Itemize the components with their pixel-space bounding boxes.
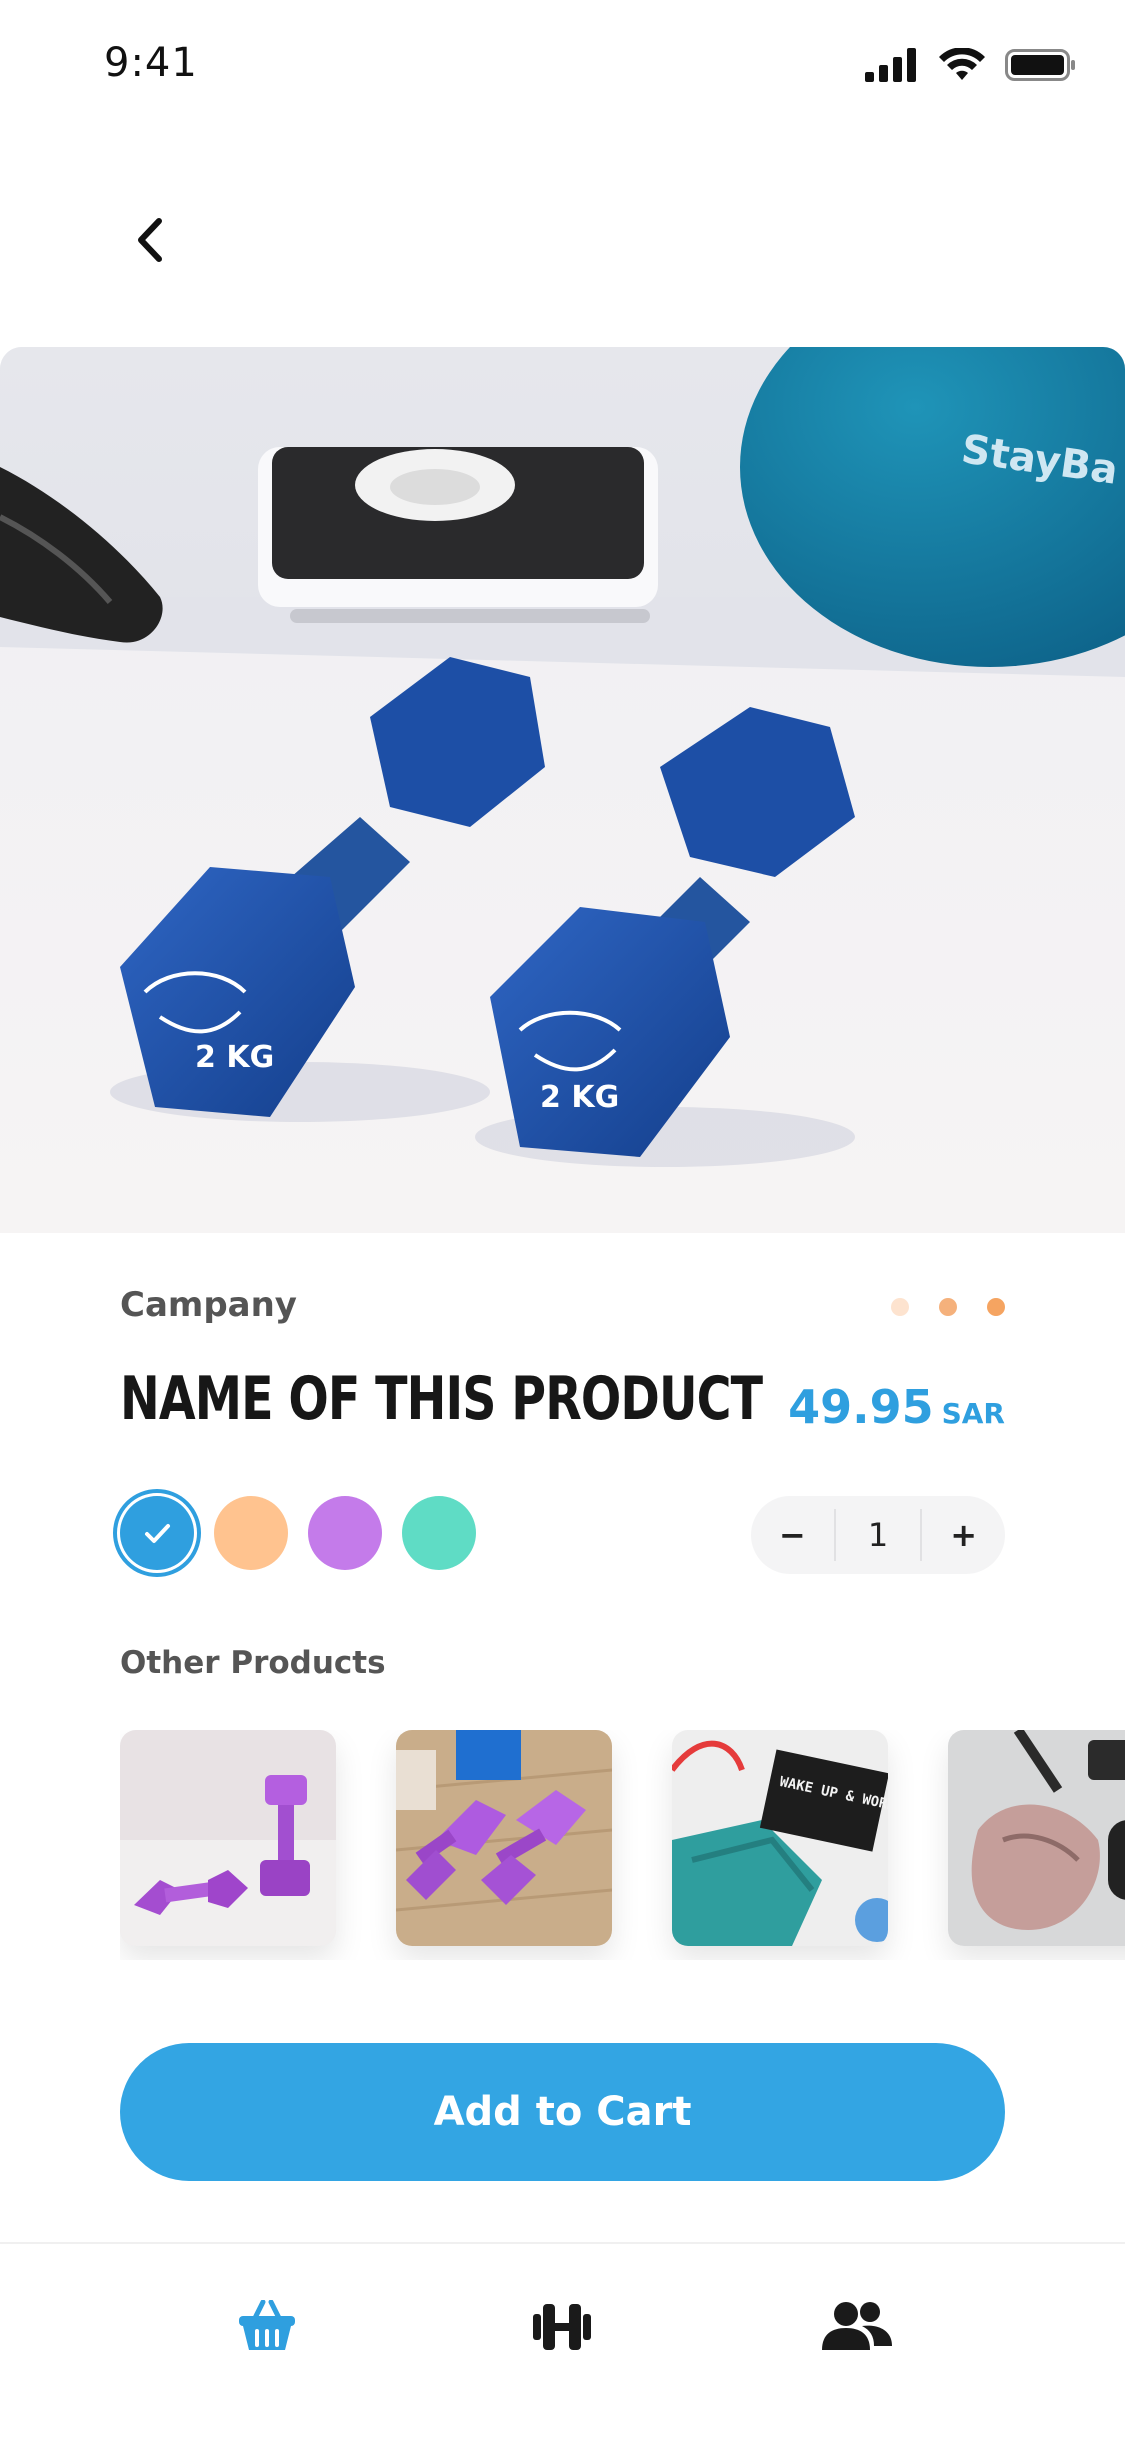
resistance-band-image: WAKE UP & WORKOUT (672, 1730, 888, 1946)
color-swatch-purple[interactable] (308, 1496, 382, 1570)
other-product-card[interactable] (396, 1730, 612, 1946)
product-title: NAME OF THIS PRODUCT (120, 1364, 763, 1434)
image-pagination-dots[interactable] (891, 1298, 1005, 1316)
color-options (113, 1489, 476, 1577)
basket-icon (239, 2300, 295, 2350)
tab-workouts[interactable] (527, 2292, 597, 2362)
sneakers-image (948, 1730, 1125, 1946)
purple-dumbbells-image (120, 1730, 336, 1946)
product-hero-image: StayBa 2 KG 2 KG (0, 347, 1125, 1233)
other-product-card[interactable] (120, 1730, 336, 1946)
pagination-dot[interactable] (891, 1298, 909, 1316)
color-swatch-peach[interactable] (214, 1496, 288, 1570)
wifi-icon (939, 48, 985, 80)
pagination-dot-active[interactable] (987, 1298, 1005, 1316)
users-icon (822, 2302, 892, 2350)
purple-dumbbells-on-wood-image (396, 1730, 612, 1946)
bottom-tab-bar (0, 2242, 1125, 2438)
quantity-stepper: − 1 + (751, 1496, 1005, 1574)
status-icons (865, 48, 1077, 82)
add-to-cart-button[interactable]: Add to Cart (120, 2043, 1005, 2181)
dumbbell-weight-label-1: 2 KG (195, 1040, 274, 1075)
color-swatch-blue[interactable] (113, 1489, 201, 1577)
pagination-dot[interactable] (939, 1298, 957, 1316)
price-currency: SAR (941, 1397, 1005, 1430)
status-bar: 9:41 (0, 0, 1125, 132)
product-price: 49.95 SAR (788, 1380, 1005, 1434)
color-swatch-teal[interactable] (402, 1496, 476, 1570)
other-products-carousel[interactable]: WAKE UP & WORKOUT (120, 1730, 1125, 1960)
quantity-value: 1 (833, 1509, 923, 1561)
other-product-card[interactable]: WAKE UP & WORKOUT (672, 1730, 888, 1946)
company-name: Campany (120, 1285, 297, 1325)
dumbbell-icon (533, 2304, 591, 2350)
back-button[interactable] (120, 205, 180, 275)
status-time: 9:41 (104, 40, 198, 86)
other-product-card[interactable] (948, 1730, 1125, 1946)
checkmark-icon (145, 1524, 170, 1543)
price-amount: 49.95 (788, 1380, 934, 1434)
other-products-heading: Other Products (120, 1645, 386, 1681)
chevron-left-icon (138, 218, 162, 262)
tab-shop[interactable] (232, 2292, 302, 2362)
battery-icon (1005, 49, 1075, 81)
increase-quantity-button[interactable]: + (922, 1496, 1005, 1574)
decrease-quantity-button[interactable]: − (751, 1496, 834, 1574)
dumbbell-weight-label-2: 2 KG (540, 1080, 619, 1115)
tab-community[interactable] (822, 2292, 892, 2362)
dumbbells-photo: StayBa 2 KG 2 KG (0, 347, 1125, 1233)
cellular-signal-icon (865, 48, 916, 82)
